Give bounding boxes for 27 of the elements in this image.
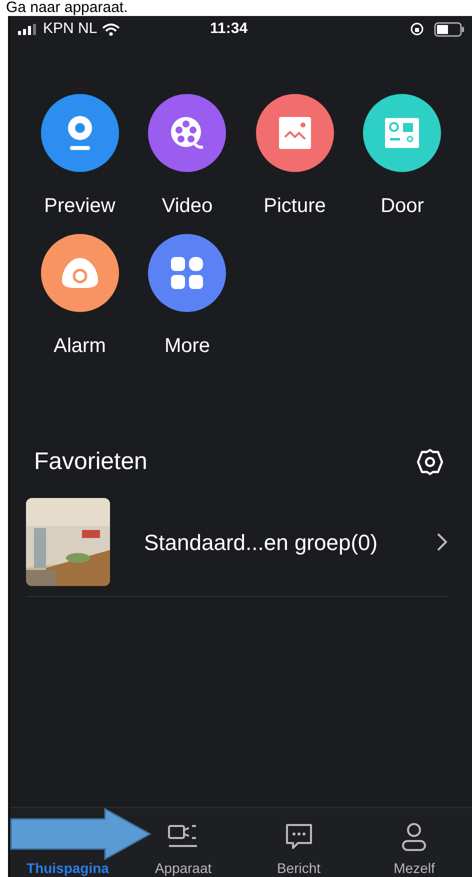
- clock-text: 11:34: [209, 18, 249, 39]
- alarm-icon: [60, 256, 100, 290]
- shortcut-button[interactable]: Video: [134, 94, 241, 218]
- shortcut-button[interactable]: Preview: [26, 94, 134, 218]
- settings-icon[interactable]: [416, 448, 444, 476]
- chat-bubble-icon: [284, 822, 314, 852]
- carrier-text: KPN NL: [43, 18, 98, 39]
- rotation-lock-icon: [410, 22, 424, 36]
- favorite-group-row[interactable]: Standaard...en groep(0): [26, 498, 448, 597]
- shortcut-button[interactable]: Door: [348, 94, 456, 218]
- caption-text: Ga naar apparaat.: [5, 0, 128, 16]
- signal-icon: [18, 24, 38, 34]
- person-icon: [401, 822, 428, 852]
- shortcut-button[interactable]: Alarm: [26, 234, 134, 358]
- shortcut-button[interactable]: More: [134, 234, 241, 358]
- section-title: Favorieten: [34, 447, 148, 477]
- tab-button[interactable]: Thuispagina: [26, 860, 109, 876]
- intercom-panel-icon: [384, 117, 420, 149]
- image-icon: [276, 115, 313, 151]
- tab-button[interactable]: Bericht: [276, 822, 321, 876]
- wifi-icon: [102, 22, 120, 36]
- grid-icon: [170, 256, 204, 290]
- battery-icon: [434, 22, 464, 36]
- chevron-right-icon: [436, 532, 448, 552]
- tab-button[interactable]: Apparaat: [154, 822, 212, 876]
- tab-button[interactable]: Mezelf: [394, 822, 435, 876]
- shortcut-button[interactable]: Picture: [241, 94, 348, 218]
